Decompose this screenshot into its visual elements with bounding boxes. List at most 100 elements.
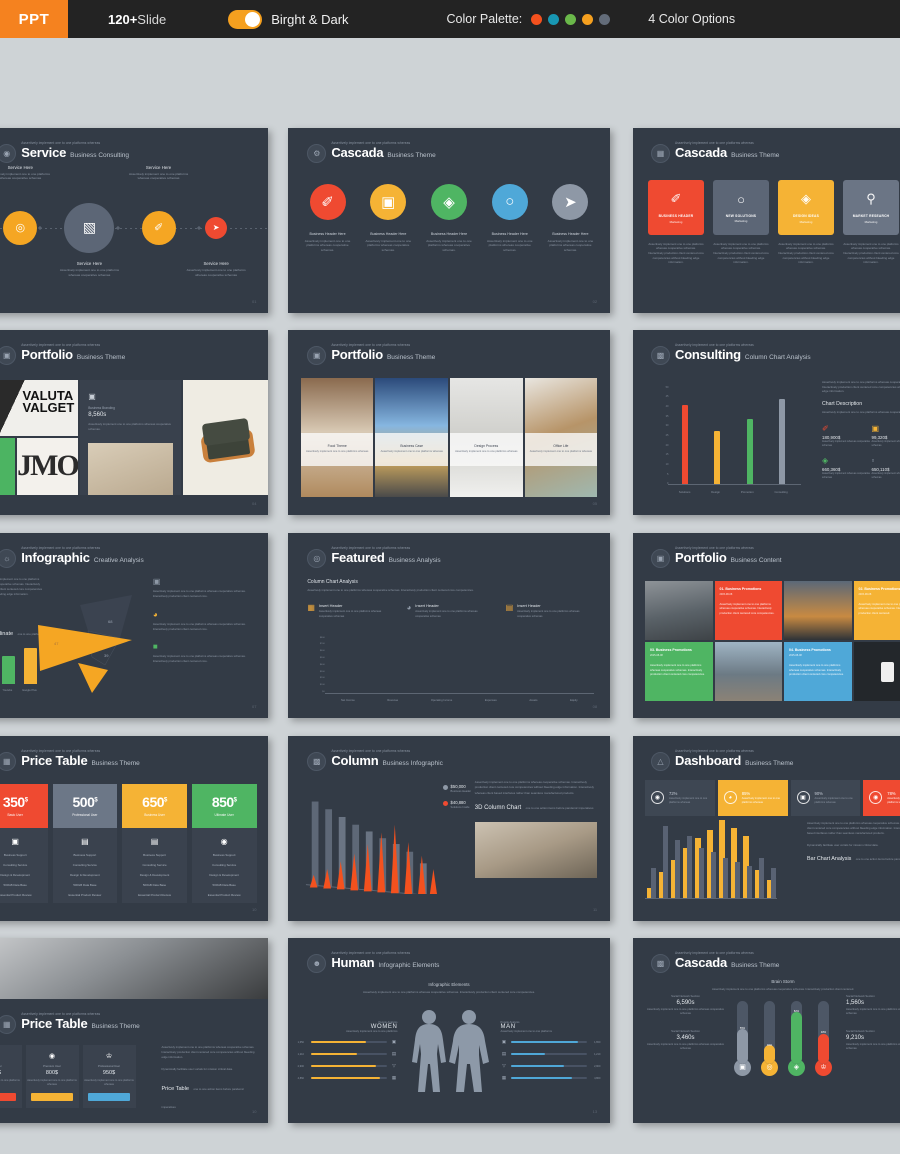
thermometer[interactable]: 82% ◈ [788,1000,805,1076]
left-stats: Social Network Section 6,590s Assertively … [645,994,726,1065]
slide-thumb-portfolio-mosaic[interactable]: ▣ Assertively implement one to one platf… [0,330,268,515]
legend-label: Solutions Inside [450,806,470,810]
photo-tile[interactable] [474,821,598,878]
price-card[interactable]: 650$ Business User ▤ Business Support Con… [122,784,187,903]
photo-tile[interactable] [88,443,174,495]
thermometer[interactable]: 30% ◎ [761,1000,778,1076]
photo-tile[interactable] [784,581,852,641]
bar [778,399,785,485]
photo-tile[interactable] [183,379,268,495]
price-card[interactable]: ◉ Premium User 800$ Assertively implemen… [25,1045,79,1109]
photo-tile[interactable]: JMO [16,438,79,495]
slide-thumb-service-consulting[interactable]: ◉ Assertively implement one to one platf… [0,128,268,313]
image-icon: ▣ [0,345,17,365]
slide-thumb-price-table-photo[interactable]: ▦ Assertively implement one to one platf… [0,938,268,1123]
slide-thumb-infographic-creative[interactable]: ☼ Assertively implement one to one platf… [0,533,268,718]
stat-desc: Assertively implement whereas cooperativ… [822,439,871,447]
circle-header: Business Header Here [552,231,589,236]
slide-thumb-cascada-circles[interactable]: ⚙ Assertively implement one to one platf… [288,128,610,313]
content-tile[interactable]: 02. Business Promotions 2015-08-08 Asserti… [853,581,900,641]
circle-item[interactable]: ◈ Business Header Here Assertively impleme… [422,183,475,253]
photo-card[interactable]: Food Theme Assertively implement one to o… [300,378,374,497]
plan-button[interactable] [88,1093,130,1102]
palette-swatch-3[interactable] [565,13,577,25]
color-tile[interactable] [0,438,15,495]
stat-card[interactable]: ◉ 72% Assertively implement one to one pla… [645,780,715,816]
slide-title: Portfolio [675,549,727,565]
palette-swatch-4[interactable] [582,13,594,25]
square-sub: Marketing [734,219,748,224]
thermometer[interactable]: 55% ▣ [734,1000,751,1076]
photo-tile[interactable] [645,581,713,641]
palette-swatches[interactable] [531,13,611,25]
slider-row: 4,860 ▦ [298,1075,398,1081]
price-card[interactable]: 500$ Professional User ▤ Business Support… [52,784,118,903]
square-item[interactable]: ○ NEW SOLUTIONS Marketing Assertively imple… [713,179,769,265]
circle-item[interactable]: ▣ Business Header Here Assertively impleme… [362,183,415,253]
slide-thumb-human-infographic[interactable]: ☻ Assertively implement one to one platf… [288,938,610,1123]
content-tile[interactable]: 04. Business Promotions 2015-08-08 Asserti… [784,642,852,702]
slide-thumb-portfolio-content[interactable]: ▣ Assertively implement one to one platf… [633,533,900,718]
square-item[interactable]: ◈ DESIGN IDEAS Marketing Assertively implem… [778,179,834,265]
stat-tile[interactable]: ▣ Business Branding 8,560s Assertively i… [80,379,182,495]
price-card[interactable]: ▣ Basic User 700$ Assertively implement … [0,1045,22,1109]
theme-toggle-switch[interactable] [228,9,263,29]
color-options-label: 4 Color Options [648,12,736,26]
square-item[interactable]: ✐ BUSINESS HEADER Marketing Assertively imp… [648,179,704,265]
price-card[interactable]: 850$ Ultimate User ◉ Business Support Con… [191,784,257,903]
slide-title: Column [331,752,379,768]
photo-card[interactable]: Business Case Assertively implement one t… [375,378,448,497]
photo-card[interactable]: Office Life Assertively implement one to … [524,378,598,497]
stat-percent: 90% [814,790,823,796]
page-number: 11 [592,906,598,912]
timeline-node[interactable]: ▧ [64,202,115,253]
cloud-icon: ◕ [152,609,158,619]
slide-thumb-featured-analysis[interactable]: ◎ Assertively implement one to one platf… [288,533,610,718]
thermometer[interactable]: 48% ♔ [815,1000,832,1076]
svg-text:39: 39 [104,653,109,658]
photo-tile[interactable] [853,642,900,702]
plan-button[interactable] [0,1093,16,1102]
list-item: ◕ Assertively implement one to one platfo… [153,610,257,632]
slide-thumb-cascada-thermometers[interactable]: ▩ Assertively implement one to one platf… [633,938,900,1123]
tag-icon: ◈ [822,455,829,465]
tile-title: 03. Business Promotions [650,648,692,653]
content-tile[interactable]: 03. Business Promotions 2015-08-08 Asserti… [645,642,713,702]
pen-icon: ✐ [822,423,829,433]
stat-card[interactable]: ◉ 78%Assertively implement one to one pla… [863,780,900,816]
slide-subtitle: Business Theme [387,151,436,159]
stat-card[interactable]: ◕ 85% Assertively implement one to one pla… [717,780,788,816]
timeline-node[interactable]: ✐ [141,210,176,245]
bright-dark-toggle-group[interactable]: Birght & Dark [228,0,349,38]
square-item[interactable]: ⚲ MARKET RESEARCH Marketing Assertively imp… [843,179,899,265]
content-tile[interactable]: 01. Business Promotions 2015-08-08 Asserti… [714,581,782,641]
photo-card[interactable]: Design Process Assertively implement one … [450,378,523,497]
price-card[interactable]: 350$ Basic User ▣ Business Support Consul… [0,784,48,903]
slide-header: ▣ Assertively implement one to one platf… [307,343,435,365]
camera-icon: ▣ [370,183,407,220]
stat-card[interactable]: ▣ 90% Assertively implement one to one pla… [790,780,861,816]
slide-thumb-price-table[interactable]: ▦ Assertively implement one to one platf… [0,736,268,921]
stat-item: ▣99,320$Assertively implement whereas co… [872,424,900,448]
timeline-node[interactable]: ➤ [205,216,228,239]
timeline-node[interactable]: ◎ [3,210,38,245]
plan-button[interactable] [31,1093,73,1102]
hero-photo[interactable] [0,938,268,1000]
plan-desc: Assertively implement one to one platfor… [84,1079,134,1087]
slide-thumb-dashboard[interactable]: △ Assertively implement one to one platf… [633,736,900,921]
circle-item[interactable]: ○ Business Header Here Assertively impleme… [483,183,536,253]
photo-tile[interactable] [714,642,782,702]
bulb-icon: ○ [737,191,745,207]
circle-item[interactable]: ➤ Business Header Here Assertively impleme… [544,183,597,253]
slide-thumb-cascada-squares[interactable]: ▦ Assertively implement one to one platf… [633,128,900,313]
slide-thumb-column-infographic[interactable]: ▩ Assertively implement one to one platf… [288,736,610,921]
palette-swatch-5[interactable] [599,13,611,25]
palette-swatch-1[interactable] [531,13,543,25]
price-card[interactable]: ♔ Professional User 950$ Assertively imp… [82,1045,136,1109]
slide-thumb-portfolio-photos[interactable]: ▣ Assertively implement one to one platf… [288,330,610,515]
palette-swatch-2[interactable] [548,13,560,25]
photo-tile[interactable]: VALUTA VALGET [0,379,79,437]
circle-item[interactable]: ✐ Business Header Here Assertively impleme… [301,183,354,253]
dashboard-chart [645,819,777,899]
slide-thumb-consulting-chart[interactable]: ▩ Assertively implement one to one platf… [633,330,900,515]
